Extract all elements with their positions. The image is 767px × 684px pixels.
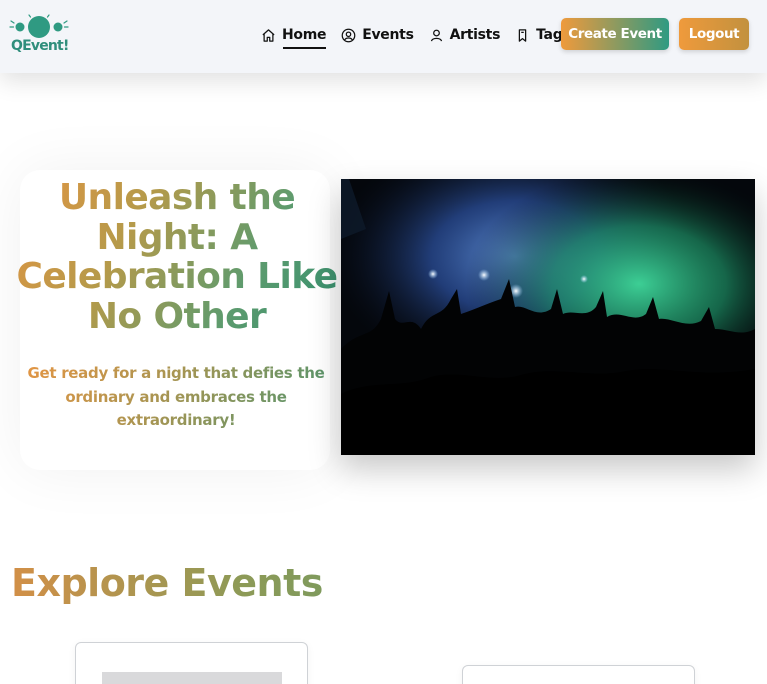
event-card[interactable] bbox=[75, 642, 308, 684]
event-card-image bbox=[102, 672, 282, 684]
bookmark-icon bbox=[518, 28, 527, 42]
home-icon bbox=[262, 28, 275, 42]
logout-button[interactable]: Logout bbox=[679, 18, 749, 50]
navbar: QEvent! Home Events Artists Tags Create … bbox=[0, 0, 767, 73]
user-icon bbox=[430, 29, 442, 41]
nav-item-home[interactable]: Home bbox=[261, 22, 327, 49]
create-event-button[interactable]: Create Event bbox=[561, 18, 669, 50]
nav-home-label: Home bbox=[282, 27, 327, 43]
hero-subtitle: Get ready for a night that defies the or… bbox=[26, 362, 326, 433]
logo-text: QEvent! bbox=[11, 38, 69, 54]
hero-title: Unleash the Night: A Celebration Like No… bbox=[12, 178, 342, 336]
nav-events-label: Events bbox=[362, 27, 414, 43]
nav-artists-label: Artists bbox=[449, 27, 501, 43]
explore-events-title: Explore Events bbox=[11, 560, 431, 606]
concert-crowd-photo bbox=[341, 179, 755, 455]
event-card[interactable] bbox=[462, 665, 695, 684]
user-circle-icon bbox=[341, 28, 356, 42]
qevent-logo[interactable]: QEvent! bbox=[9, 12, 71, 58]
nav-item-events[interactable]: Events bbox=[341, 22, 414, 48]
nav-item-artists[interactable]: Artists bbox=[429, 22, 501, 48]
hero-concert-image bbox=[341, 179, 755, 455]
main-nav: Home Events Artists Tags bbox=[261, 22, 585, 49]
